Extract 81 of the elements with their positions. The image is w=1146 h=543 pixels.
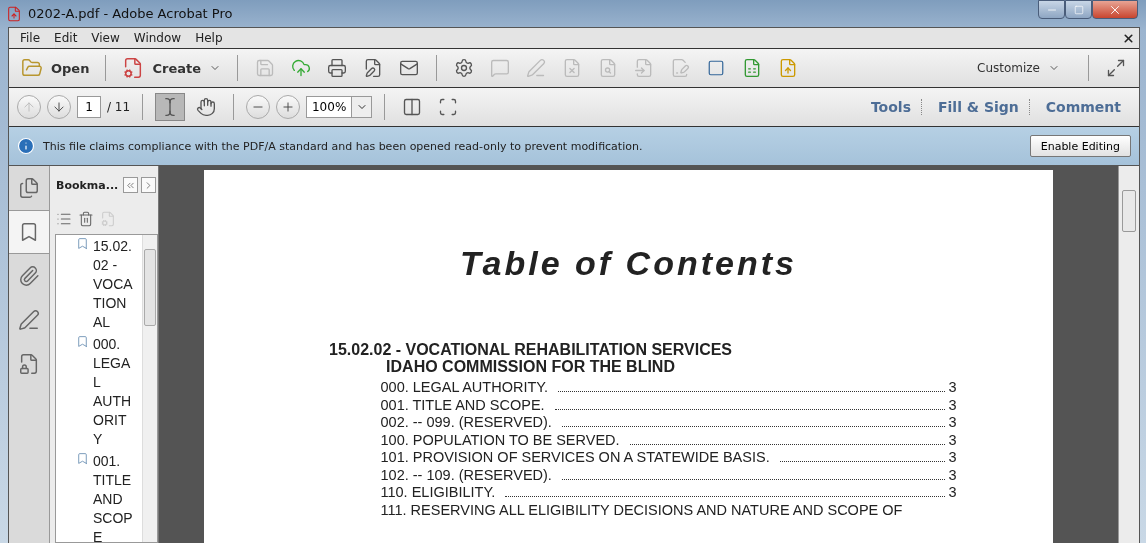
zoom-dropdown-button[interactable] <box>352 96 373 118</box>
previous-page-button[interactable] <box>17 95 41 119</box>
collapse-button[interactable] <box>123 177 139 193</box>
save-icon <box>255 58 275 78</box>
pane-link[interactable]: Fill & Sign <box>927 99 1030 115</box>
toc-entry[interactable]: 001. TITLE AND SCOPE. 3 <box>380 396 957 414</box>
maximize-button[interactable] <box>1065 0 1092 19</box>
spreadsheet-icon <box>742 58 762 78</box>
toc-entry[interactable]: 111. RESERVING ALL ELIGIBILITY DECISIONS AND NATURE AND SCOPE OF <box>380 501 957 519</box>
document-heading: Table of Contents <box>460 244 797 283</box>
minimize-button[interactable] <box>1038 0 1065 19</box>
create-button[interactable]: Create <box>118 55 225 81</box>
bookmark-item[interactable]: 001. TITLE AND SCOPE <box>93 452 135 542</box>
speech-bubble-icon <box>490 58 510 78</box>
page-count: / 11 <box>107 100 131 114</box>
fit-page-icon <box>438 97 459 117</box>
bookmark-icon <box>76 452 89 465</box>
menu-item[interactable]: File <box>13 31 48 45</box>
enable-editing-button[interactable]: Enable Editing <box>1029 135 1131 157</box>
scrollbar[interactable] <box>1118 166 1139 543</box>
info-message: This file claims compliance with the PDF/A standard and has been opened read-only to prevent modification. <box>43 139 644 153</box>
toc-entry[interactable]: 101. PROVISION OF SERVICES ON A STATEWIDE BASIS. 3 <box>380 449 957 467</box>
bookmark-icon <box>76 237 89 250</box>
menu-item[interactable]: View <box>84 31 127 45</box>
window-title: 0202-A.pdf - Adobe Acrobat Pro <box>28 6 234 21</box>
toc-entry[interactable]: 002. -- 099. (RESERVED). 3 <box>380 414 957 432</box>
envelope-icon <box>399 58 419 78</box>
toc-entry[interactable]: 102. -- 109. (RESERVED). 3 <box>380 466 957 484</box>
customize-button[interactable]: Customize <box>971 60 1066 76</box>
paperclip-icon <box>18 265 40 287</box>
page-number-field[interactable]: 1 <box>77 96 101 118</box>
toc-entry[interactable]: 100. POPULATION TO BE SERVED. 3 <box>380 431 957 449</box>
settings-icon <box>454 58 474 78</box>
zoom-field[interactable]: 100% <box>306 96 353 118</box>
next-page-button[interactable] <box>47 95 71 119</box>
section-title: 15.02.02 - VOCATIONAL REHABILITATION SERVICES <box>329 341 733 358</box>
signature-icon <box>18 309 40 331</box>
maximize-icon <box>1073 4 1084 15</box>
pdf-icon <box>6 5 22 22</box>
document-icon <box>100 211 116 227</box>
cloud-upload-icon <box>291 58 311 78</box>
document-pen-icon <box>363 58 383 78</box>
section-title: IDAHO COMMISSION FOR THE BLIND <box>386 358 675 375</box>
toc-entry[interactable]: 000. LEGAL AUTHORITY. 3 <box>380 379 957 397</box>
document-arrow-icon <box>778 58 798 78</box>
menu-item[interactable]: Edit <box>47 31 85 45</box>
document-x-icon <box>562 58 582 78</box>
document-search-icon <box>598 58 618 78</box>
toc-entry[interactable]: 110. ELIGIBILITY. 3 <box>380 484 957 502</box>
list-icon <box>56 211 72 227</box>
menu-item[interactable]: Window <box>126 31 189 45</box>
document-signature-icon <box>670 58 690 78</box>
bookmark-item[interactable]: 000. LEGAL AUTHORITY <box>93 335 135 449</box>
window-icon <box>707 59 725 77</box>
open-button[interactable]: Open <box>17 55 94 81</box>
bookmark-item[interactable]: 15.02.02 - VOCATIONAL <box>93 237 135 332</box>
pen-icon <box>526 58 546 78</box>
panel-title: Bookma... <box>56 178 119 192</box>
hand-icon <box>196 97 217 117</box>
menu-item[interactable]: Help <box>188 31 230 45</box>
zoom-out-button[interactable] <box>246 95 271 119</box>
fit-width-icon <box>402 97 423 117</box>
folder-icon <box>21 57 43 79</box>
document-arrow-icon <box>634 58 654 78</box>
close-button[interactable] <box>1092 0 1138 19</box>
arrow-down-icon <box>52 100 66 114</box>
select-tool-button[interactable] <box>155 93 186 121</box>
printer-icon <box>327 58 347 78</box>
options-button[interactable] <box>141 177 157 193</box>
pages-icon <box>18 177 40 199</box>
expand-icon <box>1106 58 1126 78</box>
document-lock-icon <box>18 353 40 375</box>
zoom-in-button[interactable] <box>276 95 301 119</box>
trash-icon <box>78 211 94 227</box>
pane-link[interactable]: Tools <box>860 99 922 115</box>
bookmark-icon <box>76 335 89 348</box>
side-tab[interactable] <box>9 210 49 254</box>
pane-link[interactable]: Comment <box>1035 99 1131 115</box>
info-icon <box>17 137 35 155</box>
close-icon <box>1122 31 1135 45</box>
plus-icon <box>281 100 296 114</box>
